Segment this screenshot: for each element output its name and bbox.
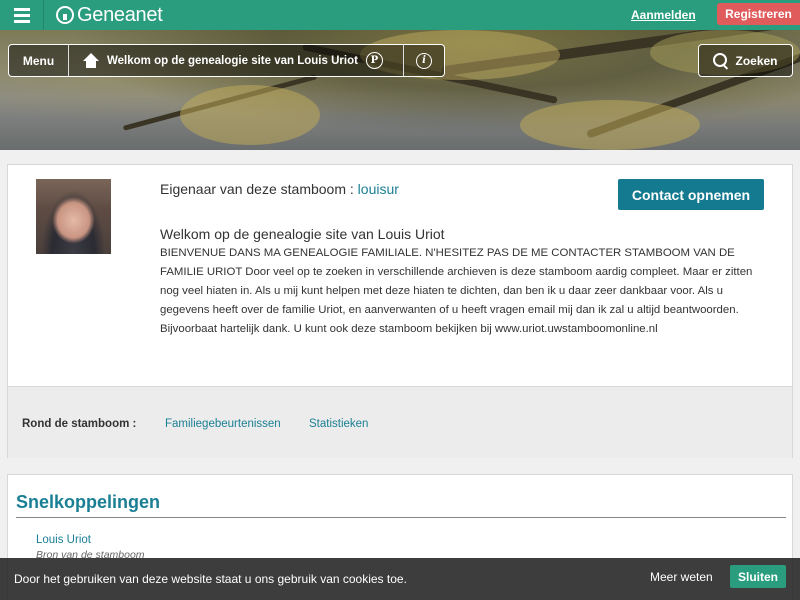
info-icon: i bbox=[416, 52, 432, 69]
site-title: Welkom op de genealogie site van Louis U… bbox=[107, 54, 358, 67]
premium-badge-icon: P bbox=[365, 52, 383, 69]
divider bbox=[16, 517, 786, 518]
login-link[interactable]: Aanmelden bbox=[631, 8, 696, 22]
shortcuts-title: Snelkoppelingen bbox=[16, 492, 161, 512]
owner-avatar[interactable] bbox=[36, 179, 111, 254]
shortcut-person-link[interactable]: Louis Uriot bbox=[36, 534, 91, 546]
search-label: Zoeken bbox=[735, 53, 778, 68]
owner-username-link[interactable]: louisur bbox=[358, 181, 399, 197]
owner-line: Eigenaar van deze stamboom : louisur bbox=[160, 181, 399, 197]
geneanet-logo[interactable]: Geneanet bbox=[56, 3, 163, 26]
search-icon bbox=[713, 52, 729, 69]
register-button[interactable]: Registreren bbox=[717, 3, 800, 25]
owner-prefix: Eigenaar van deze stamboom : bbox=[160, 181, 358, 197]
family-events-link[interactable]: Familiegebeurtenissen bbox=[165, 418, 281, 430]
search-button[interactable]: Zoeken bbox=[698, 44, 793, 77]
tree-logo-icon bbox=[56, 6, 74, 24]
top-bar: Geneanet Aanmelden Registreren bbox=[0, 0, 800, 30]
site-title-link[interactable]: Welkom op de genealogie site van Louis U… bbox=[69, 45, 404, 76]
contact-button[interactable]: Contact opnemen bbox=[618, 179, 764, 210]
menu-button[interactable]: Menu bbox=[9, 45, 69, 76]
around-label: Rond de stamboom : bbox=[22, 418, 137, 430]
welcome-title: Welkom op de genealogie site van Louis U… bbox=[160, 226, 445, 242]
owner-card: Eigenaar van deze stamboom : louisur Con… bbox=[7, 164, 793, 458]
cookie-close-button[interactable]: Sluiten bbox=[730, 565, 786, 588]
info-button[interactable]: i bbox=[404, 45, 444, 76]
around-tree-bar: Rond de stamboom : Familiegebeurtenissen… bbox=[8, 386, 792, 458]
logo-text: Geneanet bbox=[77, 3, 163, 26]
cookie-text: Door het gebruiken van deze website staa… bbox=[14, 572, 407, 586]
home-icon bbox=[83, 52, 99, 69]
cookie-more-link[interactable]: Meer weten bbox=[650, 570, 713, 584]
cookie-banner: Door het gebruiken van deze website staa… bbox=[0, 558, 800, 600]
welcome-text: BIENVENUE DANS MA GENEALOGIE FAMILIALE. … bbox=[160, 247, 753, 335]
statistics-link[interactable]: Statistieken bbox=[309, 418, 368, 430]
hamburger-menu-icon[interactable] bbox=[0, 0, 44, 30]
site-nav-bar: Menu Welkom op de genealogie site van Lo… bbox=[8, 44, 445, 77]
